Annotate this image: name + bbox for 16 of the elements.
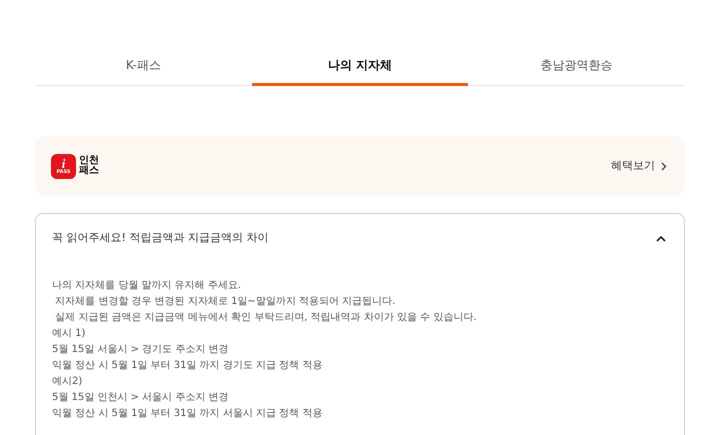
chevron-right-icon xyxy=(661,162,667,170)
notice-line: 예시2) xyxy=(52,375,84,389)
notice-line: 익월 정산 시 5월 1일 부터 31일 까지 경기도 지급 정책 적용 xyxy=(52,359,324,373)
notice-line: 나의 지자체를 당월 말까지 유지해 주세요. xyxy=(52,279,242,293)
notice-line: 예시 1) xyxy=(52,327,86,341)
benefit-link[interactable]: 혜택보기 xyxy=(611,158,667,174)
notice-header[interactable]: 꼭 읽어주세요! 적립금액과 지급금액의 차이 xyxy=(36,214,684,262)
tab[interactable]: 나의 지자체 xyxy=(252,46,468,86)
tab[interactable]: 충남광역환승 xyxy=(468,46,686,86)
notice-line: 5월 15일 서울시 > 경기도 주소지 변경 xyxy=(52,343,230,357)
notice-line: 실제 지급된 금액은 지급금액 메뉴에서 확인 부탁드리며, 적립내역과 차이가 있을 수 있습니다. xyxy=(54,311,478,325)
tab[interactable]: K-패스 xyxy=(35,46,252,86)
notice-line: 5월 15일 인천시 > 서울시 주소지 변경 xyxy=(52,391,230,405)
notice-line: 지자체를 변경할 경우 변경된 지자체로 1일~말일까지 적용되어 지급됩니다. xyxy=(54,295,396,309)
logo-name: 인천 패스 xyxy=(79,156,99,176)
notice-line: 익월 정산 시 5월 1일 부터 31일 까지 서울시 지급 정책 적용 xyxy=(52,407,324,421)
